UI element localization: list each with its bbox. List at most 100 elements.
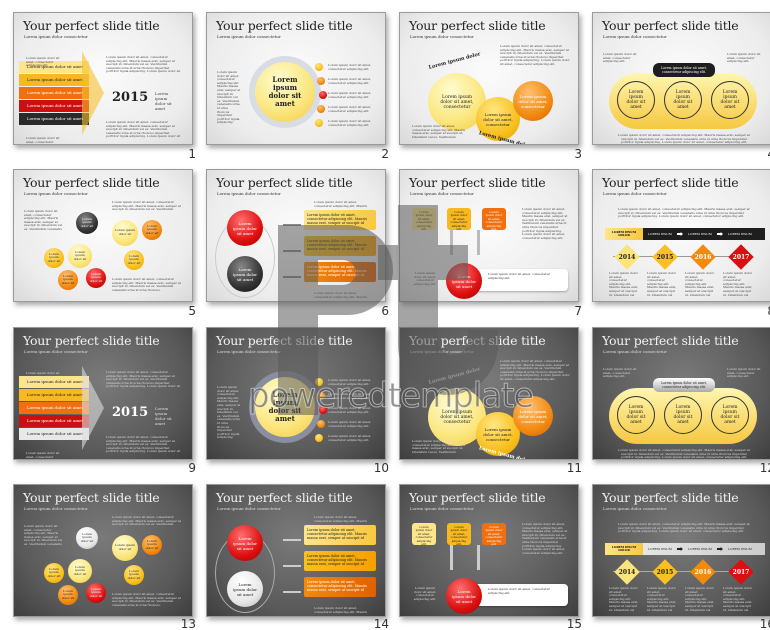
arrow-band: Lorem ipsum dolor sit amet [19,389,89,401]
network-node: Lorem ipsum dolor sit [112,535,138,561]
network-node: Lorem ipsum dolor sit [44,248,64,268]
year-text: Lorem ipsum dolor sit amet, consectetur … [647,587,677,611]
body-text-top: Lorem ipsum dolor sit amet, consectetur … [314,201,367,208]
bullet-dot [317,392,325,400]
slide-subtitle: Lorem ipsum dolor consectetur [24,34,88,39]
bullet-text: Lorem ipsum dolor sit amet, consectetur … [328,393,372,400]
year-label: 2015 [656,254,674,261]
slide-subtitle: Lorem ipsum dolor consectetur [603,506,667,511]
stage-circle: Lorem ipsum dolor sit amet [617,396,655,434]
arc-label: Lorem ipsum dolor [428,51,482,71]
slide-thumbnail-7[interactable]: Your perfect slide title Lorem ipsum dolo… [399,169,579,302]
arrow-head [82,366,104,450]
body-text-left: Lorem ipsum dolor sit amet, consectetur … [24,525,63,545]
slide-number: 6 [381,304,389,318]
slide-title: Your perfect slide title [602,18,739,33]
stage-circle: Lorem ipsum dolor sit amet [664,396,702,434]
circle-right: Lorem ipsum dolor sit amet, consectetur [513,396,553,436]
slide-title: Your perfect slide title [409,18,546,33]
year-label: 2017 [732,254,750,261]
bullet-text: Lorem ipsum dolor sit amet, consectetur … [328,407,372,414]
slide-number: 16 [759,617,770,630]
slide-thumbnail-2[interactable]: Your perfect slide title Lorem ipsum dolo… [206,12,386,145]
stage-circle: Lorem ipsum dolor sit amet [711,396,749,434]
top-box: Lorem ipsum dolor sit amet, consectetur … [482,208,506,231]
body-text-left: Lorem ipsum dolor sit amet, consectetur … [412,440,465,454]
bullet-text: Lorem ipsum dolor sit amet, consectetur … [328,78,372,85]
slide-number: 10 [373,461,389,475]
arrow-icon [283,591,301,593]
body-text: Lorem ipsum dolor sit amet, consectetur … [217,386,241,440]
note-bottom: Lorem ipsum dolor sit amet, consectetur … [26,452,60,459]
body-top: Lorem ipsum dolor sit amet, consectetur … [106,56,181,74]
slide-thumbnail-12[interactable]: Your perfect slide title Lorem ipsum dolo… [592,327,770,460]
network-node: Lorem ipsum dolor sit [112,220,138,246]
stage-circle: Lorem ipsum dolor sit amet [617,81,655,119]
arrow-icon [283,276,301,278]
network-node: Lorem ipsum dolor sit [124,565,144,585]
slide-thumbnail-10[interactable]: Your perfect slide title Lorem ipsum dolo… [206,327,386,460]
network-node: Lorem ipsum dolor sit [44,563,64,583]
slide-thumbnail-11[interactable]: Your perfect slide title Lorem ipsum dolo… [399,327,579,460]
year-text: Lorem ipsum dolor sit amet, consectetur … [685,272,715,296]
slide-subtitle: Lorem ipsum dolor consectetur [603,34,667,39]
second-circle: Lorem ipsum dolor sit amet [227,571,263,607]
note-top: Lorem ipsum dolor sit amet, consectetur … [26,57,60,68]
slide-number: 8 [755,304,770,318]
slide-number: 3 [574,147,582,161]
timeline-bar-item: LOREM IPSUM [648,232,672,236]
arrow-band: Lorem ipsum dolor sit amet [19,100,89,112]
timeline-bar-item: LOREM IPSUM [688,547,712,551]
year-text: Lorem ipsum dolor sit amet, consectetur … [685,587,715,611]
network-node: Lorem ipsum dolor sit [76,527,98,549]
slide-subtitle: Lorem ipsum dolor consectetur [603,349,667,354]
bullet-dot [315,119,323,127]
slide-thumbnail-8[interactable]: Your perfect slide title Lorem ipsum dolo… [592,169,770,302]
arrow-icon [283,250,301,252]
second-circle: Lorem ipsum dolor sit amet [227,256,263,292]
slide-thumbnail-3[interactable]: Your perfect slide title Lorem ipsum dolo… [399,12,579,145]
slide-thumbnail-13[interactable]: Your perfect slide title Lorem ipsum dolo… [13,484,193,617]
side-note-right: Lorem ipsum dolor sit amet, consectetur … [727,368,761,378]
bullet-dot [319,91,327,99]
network-node: Lorem ipsum dolor sit [68,244,92,268]
slide-subtitle: Lorem ipsum dolor consectetur [24,506,88,511]
note-top: Lorem ipsum dolor sit amet, consectetur … [26,372,60,383]
slide-thumbnail-14[interactable]: Your perfect slide title Lorem ipsum dolo… [206,484,386,617]
slide-subtitle: Lorem ipsum dolor consectetur [24,191,88,196]
timeline-bar-item: LOREM IPSUM [688,232,712,236]
year-text: Lorem ipsum dolor sit amet, consectetur … [723,587,753,611]
year-label: 2015 [656,569,674,576]
slide-title: Your perfect slide title [409,175,546,190]
slide-title: Your perfect slide title [23,490,160,505]
slide-number: 12 [759,461,770,475]
slide-title: Your perfect slide title [23,333,160,348]
slide-thumbnail-9[interactable]: Your perfect slide title Lorem ipsum dolo… [13,327,193,460]
body-text-top: Lorem ipsum dolor sit amet, consectetur … [314,516,367,523]
body-text-top: Lorem ipsum dolor sit amet, consectetur … [112,516,181,526]
slide-thumbnail-16[interactable]: Your perfect slide title Lorem ipsum dolo… [592,484,770,617]
slide-thumbnail-4[interactable]: Your perfect slide title Lorem ipsum dolo… [592,12,770,145]
network-node: Lorem ipsum dolor sit [58,270,78,290]
body-text-bottom: Lorem ipsum dolor sit amet, consectetur … [314,607,367,614]
body-text-left: Lorem ipsum dolor sit amet, consectetur … [24,210,63,230]
stage-circle: Lorem ipsum dolor sit amet [711,81,749,119]
slide-thumbnail-15[interactable]: Your perfect slide title Lorem ipsum dolo… [399,484,579,617]
slide-number: 5 [188,304,196,318]
network-node: Lorem ipsum dolor sit [124,250,144,270]
slide-thumbnail-5[interactable]: Your perfect slide title Lorem ipsum dolo… [13,169,193,302]
slide-title: Your perfect slide title [602,333,739,348]
arrow-band: Lorem ipsum dolor sit amet [19,415,89,427]
body-text: Lorem ipsum dolor sit amet, consectetur … [500,360,570,381]
slide-thumbnail-1[interactable]: Your perfect slide title Lorem ipsum dolo… [13,12,193,145]
top-box: Lorem ipsum dolor sit amet, consectetur … [447,208,471,231]
slide-subtitle: Lorem ipsum dolor consectetur [24,349,88,354]
body-text: Lorem ipsum dolor sit amet, consectetur … [500,45,570,66]
body-text: Lorem ipsum dolor sit amet, consectetur … [618,134,750,145]
slide-title: Your perfect slide title [23,18,160,33]
network-node: Lorem ipsum dolor sit [68,559,92,583]
top-box: Lorem ipsum dolor sit amet, consectetur … [412,208,436,231]
slide-thumbnail-6[interactable]: Your perfect slide title Lorem ipsum dolo… [206,169,386,302]
content-box: Lorem ipsum dolor sit amet, consectetur … [304,551,376,571]
arrow-band: Lorem ipsum dolor sit amet [19,87,89,99]
